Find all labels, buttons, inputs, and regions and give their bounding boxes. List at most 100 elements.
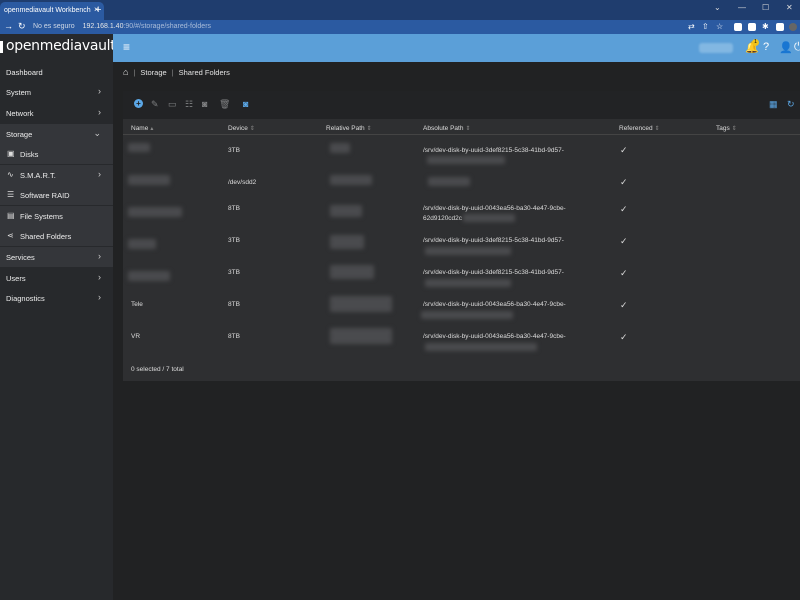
absolute-path-cell: /srv/dev-disk-by-uuid-0043ea56-ba30-4e47… xyxy=(423,301,566,308)
sidebar-item-label: S.M.A.R.T. xyxy=(20,171,56,180)
column-header-referenced[interactable]: Referenced ⇕ xyxy=(619,125,660,132)
sidebar-item-smart[interactable]: ∿ S.M.A.R.T. › xyxy=(0,165,113,185)
sidebar-item-shared-folders[interactable]: ⋖ Shared Folders xyxy=(0,226,113,246)
redacted-relative-path xyxy=(330,235,364,249)
column-header-device[interactable]: Device ⇕ xyxy=(228,125,255,132)
sidebar-item-storage[interactable]: Storage ⌄ xyxy=(0,124,113,144)
new-tab-button[interactable]: + xyxy=(95,4,101,16)
delete-icon[interactable]: 🗑 xyxy=(219,99,230,110)
browser-tab[interactable]: openmediavault Workbench xyxy=(0,2,104,20)
brand-bar: openmediavault xyxy=(0,34,116,62)
absolute-path-cell: /srv/dev-disk-by-uuid-3def8215-5c38-41bd… xyxy=(423,237,564,244)
name-cell: VR xyxy=(131,333,141,340)
sidebar-item-network[interactable]: Network › xyxy=(0,103,113,123)
url-field[interactable]: No es seguro 192.168.1.40:90/#/storage/s… xyxy=(33,21,673,33)
sidebar-item-label: Services xyxy=(6,253,35,262)
name-cell: Tele xyxy=(131,301,143,308)
sidebar-item-disks[interactable]: ▣ Disks xyxy=(0,144,113,164)
shared-folders-panel: + ✎ ▭ ☷ ◙ 🗑 ◙ ▦ ↻ Name ▴ Device ⇕ Relative… xyxy=(123,91,800,381)
check-icon: ✓ xyxy=(620,268,628,278)
column-header-name[interactable]: Name ▴ xyxy=(131,125,153,132)
redacted-name xyxy=(128,175,170,185)
sidebar-item-label: Users xyxy=(6,274,26,283)
sort-icon: ⇕ xyxy=(731,126,737,132)
browser-tab-strip: openmediavault Workbench × + ⌄ — ☐ ✕ xyxy=(0,0,800,20)
logo-text[interactable]: openmediavault xyxy=(6,38,116,54)
refresh-icon[interactable]: ↻ xyxy=(787,99,795,110)
check-icon: ✓ xyxy=(620,332,628,342)
absolute-path-cell: 62d9120cd2c xyxy=(423,215,463,222)
snapshot-icon[interactable]: ◙ xyxy=(202,99,207,109)
permissions-icon[interactable]: ☷ xyxy=(185,99,193,110)
breadcrumb: ⌂ | Storage | Shared Folders xyxy=(123,67,230,77)
bookmark-star-icon[interactable]: ☆ xyxy=(716,22,723,31)
add-icon[interactable]: + xyxy=(134,99,143,108)
absolute-path-cell: /srv/dev-disk-by-uuid-0043ea56-ba30-4e47… xyxy=(423,205,566,212)
column-label: Relative Path xyxy=(326,125,365,132)
sidebar-item-file-systems[interactable]: ▤ File Systems xyxy=(0,206,113,226)
redacted-absolute-path xyxy=(427,156,505,164)
home-icon[interactable]: ⌂ xyxy=(123,67,128,77)
column-label: Tags xyxy=(716,125,730,132)
reload-icon[interactable]: ↻ xyxy=(18,21,26,32)
browser-address-bar: → ↻ No es seguro 192.168.1.40:90/#/stora… xyxy=(0,20,800,34)
sidebar-item-label: Diagnostics xyxy=(6,294,45,303)
chevron-down-icon: ⌄ xyxy=(93,128,101,138)
sidebar-item-users[interactable]: Users › xyxy=(0,268,113,288)
device-cell: 8TB xyxy=(228,301,240,308)
sort-asc-icon: ▴ xyxy=(150,126,154,132)
sidebar-item-label: Shared Folders xyxy=(20,232,72,241)
chevron-right-icon: › xyxy=(98,169,101,179)
chevron-right-icon: › xyxy=(98,292,101,302)
check-icon: ✓ xyxy=(620,300,628,310)
share-icon[interactable]: ⇧ xyxy=(702,22,709,31)
disk-icon: ▣ xyxy=(7,149,15,158)
user-icon[interactable]: 👤 xyxy=(779,41,793,54)
sort-icon: ⇕ xyxy=(249,126,255,132)
table-view-icon[interactable]: ▦ xyxy=(769,99,778,110)
device-cell: 8TB xyxy=(228,333,240,340)
folder-icon[interactable]: ▭ xyxy=(168,99,177,110)
profile-avatar[interactable] xyxy=(789,23,797,31)
camera-icon[interactable]: ◙ xyxy=(243,99,248,109)
absolute-path-cell: /srv/dev-disk-by-uuid-3def8215-5c38-41bd… xyxy=(423,147,564,154)
table-toolbar: + ✎ ▭ ☷ ◙ 🗑 ◙ ▦ ↻ xyxy=(123,91,800,119)
sidebar-item-services[interactable]: Services › xyxy=(0,247,113,267)
sort-icon: ⇕ xyxy=(366,126,372,132)
column-header-absolute-path[interactable]: Absolute Path ⇕ xyxy=(423,125,471,132)
extension-icon[interactable] xyxy=(776,23,784,31)
sidebar-item-diagnostics[interactable]: Diagnostics › xyxy=(0,288,113,308)
column-header-relative-path[interactable]: Relative Path ⇕ xyxy=(326,125,372,132)
chevron-down-icon[interactable]: ⌄ xyxy=(714,3,721,12)
logo-icon xyxy=(0,41,3,53)
extension-icon[interactable] xyxy=(734,23,742,31)
column-label: Name xyxy=(131,125,149,132)
extension-icon[interactable] xyxy=(748,23,756,31)
sidebar-item-dashboard[interactable]: Dashboard xyxy=(0,62,113,82)
sort-icon: ⇕ xyxy=(654,126,660,132)
sidebar-item-software-raid[interactable]: ☰ Software RAID xyxy=(0,185,113,205)
help-icon[interactable]: ? xyxy=(763,41,769,53)
share-icon: ⋖ xyxy=(7,231,14,240)
redacted-name xyxy=(128,239,156,249)
translate-icon[interactable]: ⇄ xyxy=(688,22,695,31)
puzzle-icon[interactable]: ✱ xyxy=(762,22,769,31)
check-icon: ✓ xyxy=(620,204,628,214)
security-warning[interactable]: No es seguro xyxy=(33,23,75,30)
maximize-icon[interactable]: ☐ xyxy=(762,3,769,12)
back-icon[interactable]: → xyxy=(4,21,13,31)
minimize-icon[interactable]: — xyxy=(738,3,746,12)
redacted-absolute-path xyxy=(421,311,513,319)
chevron-right-icon: › xyxy=(98,272,101,282)
menu-icon[interactable]: ≡ xyxy=(123,40,130,54)
close-window-icon[interactable]: ✕ xyxy=(786,3,793,12)
check-icon: ✓ xyxy=(620,236,628,246)
hostname-redacted xyxy=(699,43,733,53)
breadcrumb-storage[interactable]: Storage xyxy=(140,68,166,77)
redacted-relative-path xyxy=(330,265,374,279)
power-icon[interactable]: ⏻ xyxy=(794,41,800,54)
sidebar-item-system[interactable]: System › xyxy=(0,82,113,102)
edit-icon[interactable]: ✎ xyxy=(151,99,159,110)
column-header-tags[interactable]: Tags ⇕ xyxy=(716,125,737,132)
url-host: 192.168.1.40 xyxy=(82,23,124,30)
